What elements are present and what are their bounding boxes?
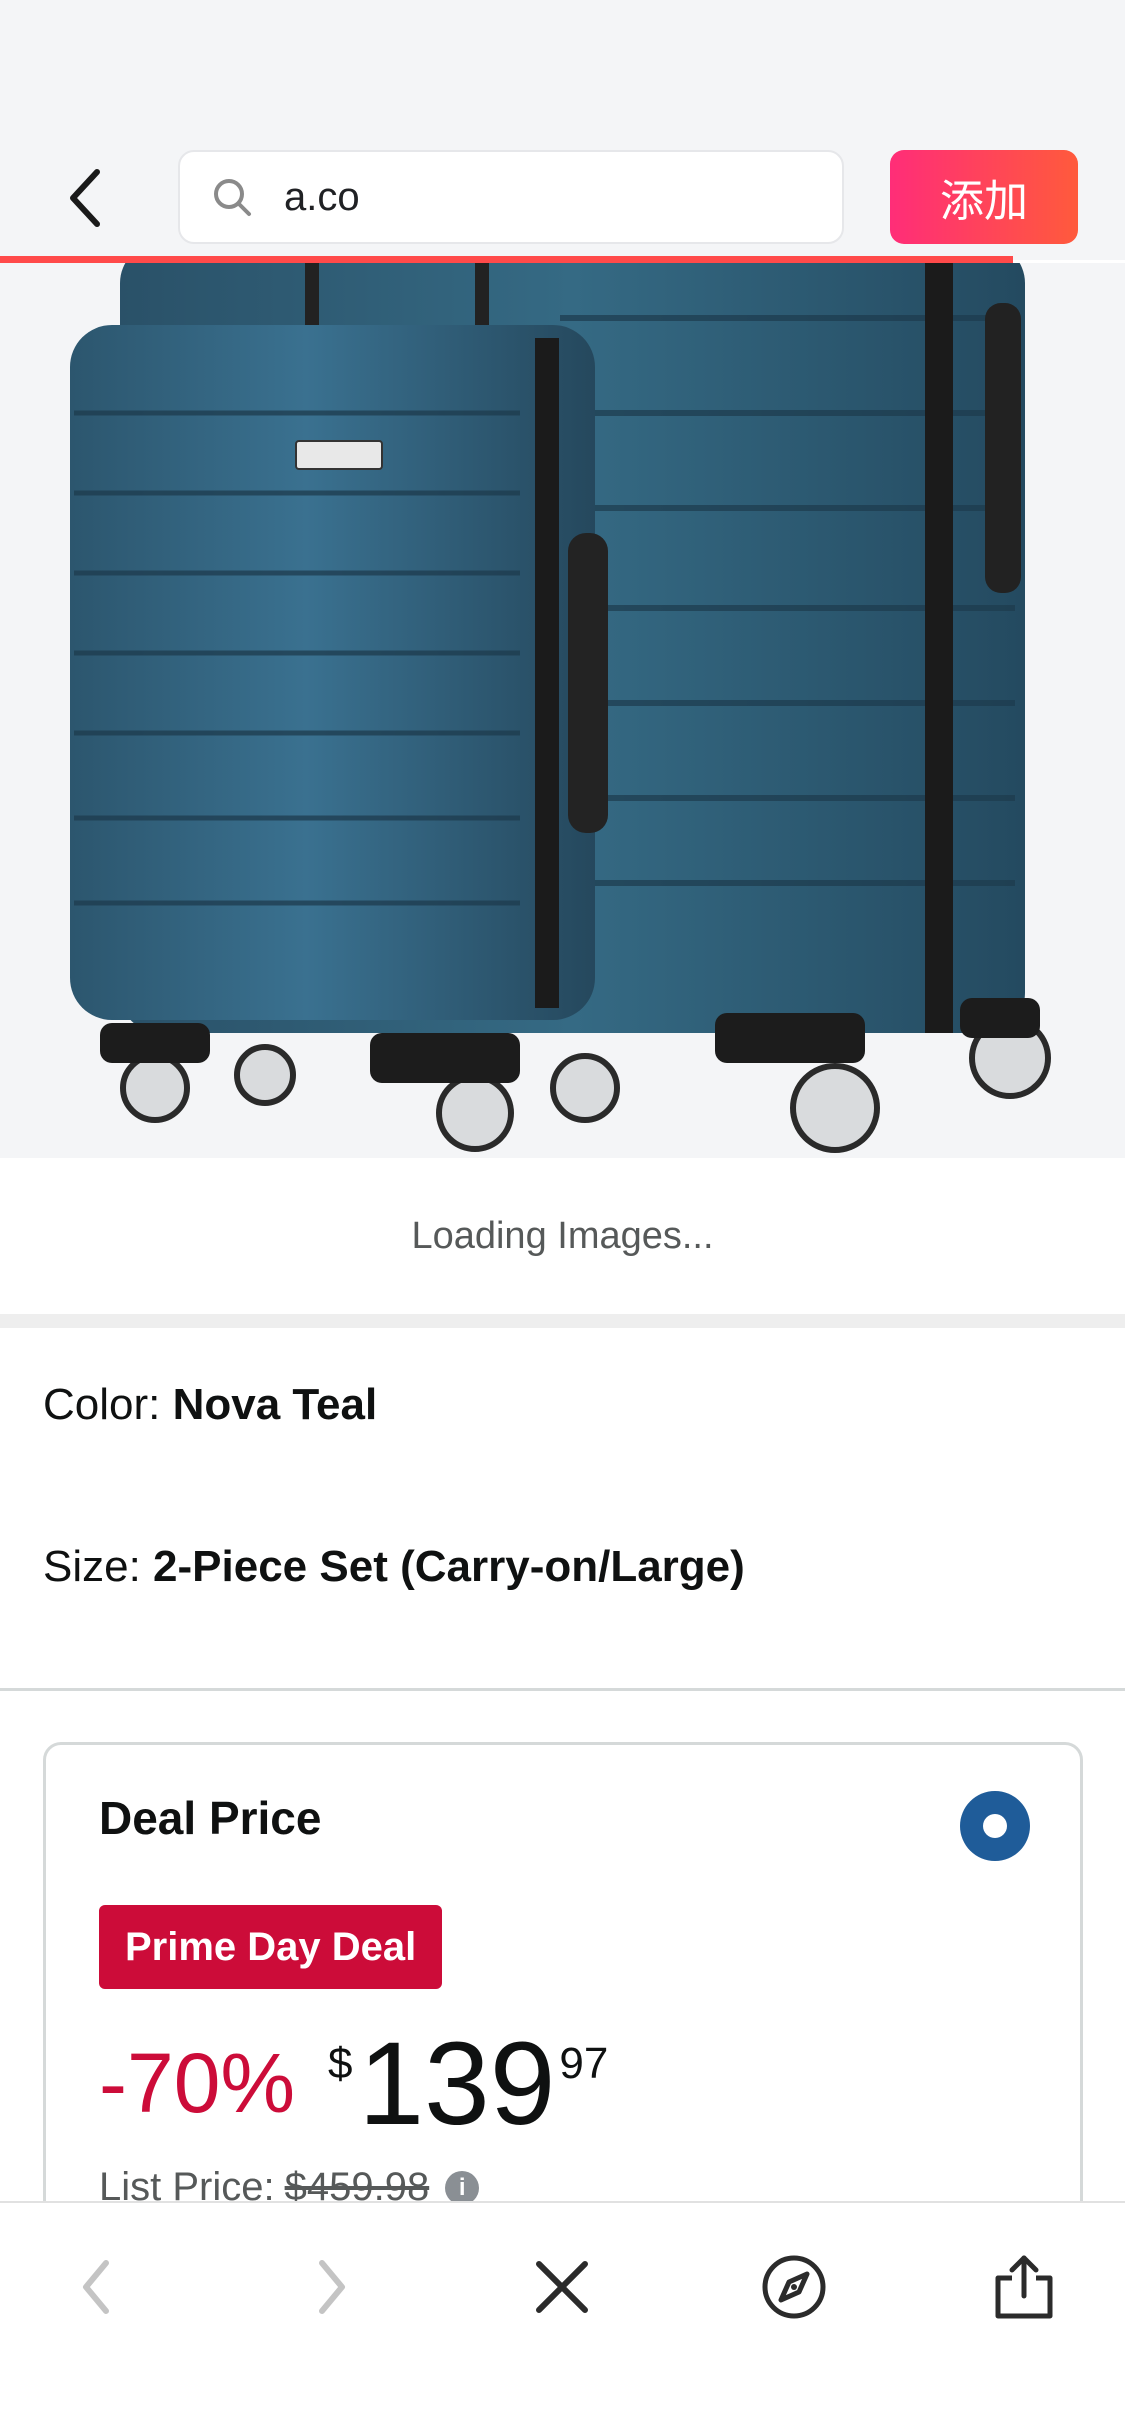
chevron-left-icon bbox=[83, 2260, 109, 2314]
url-field[interactable]: a.co bbox=[178, 150, 844, 244]
browser-toolbar: a.co 添加 bbox=[0, 138, 1125, 260]
deal-price: $ 139 97 bbox=[328, 2025, 608, 2143]
info-icon[interactable]: i bbox=[445, 2170, 480, 2205]
section-separator bbox=[0, 1314, 1125, 1328]
browser-bottom-bar bbox=[0, 2201, 1125, 2436]
compass-icon bbox=[762, 2255, 826, 2319]
close-button[interactable] bbox=[512, 2237, 612, 2337]
divider bbox=[0, 1688, 1125, 1691]
compass-button[interactable] bbox=[744, 2237, 844, 2337]
currency-symbol: $ bbox=[328, 2039, 353, 2088]
deal-title: Deal Price bbox=[99, 1792, 322, 1844]
color-value: Nova Teal bbox=[172, 1380, 378, 1429]
page-load-progress bbox=[0, 256, 1013, 263]
close-icon bbox=[536, 2261, 588, 2313]
add-button[interactable]: 添加 bbox=[890, 150, 1078, 244]
size-value: 2-Piece Set (Carry-on/Large) bbox=[153, 1542, 745, 1591]
color-label: Color: bbox=[43, 1380, 173, 1429]
prime-day-deal-badge: Prime Day Deal bbox=[99, 1905, 443, 1989]
nav-back-button[interactable] bbox=[46, 2237, 146, 2337]
chevron-right-icon bbox=[319, 2260, 345, 2314]
product-image[interactable] bbox=[0, 263, 1125, 1158]
share-icon bbox=[995, 2255, 1053, 2319]
search-icon bbox=[212, 177, 252, 217]
loading-images-text: Loading Images... bbox=[0, 1158, 1125, 1314]
price-fraction: 97 bbox=[559, 2039, 609, 2088]
discount-percent: -70% bbox=[99, 2036, 296, 2130]
radio-dot bbox=[983, 1814, 1007, 1838]
price-whole: 139 bbox=[358, 2018, 556, 2150]
status-bar-area bbox=[0, 0, 1125, 138]
back-button[interactable] bbox=[50, 163, 120, 233]
nav-forward-button[interactable] bbox=[282, 2237, 382, 2337]
color-selection[interactable]: Color: Nova Teal bbox=[43, 1380, 377, 1430]
share-button[interactable] bbox=[974, 2237, 1074, 2337]
size-label: Size: bbox=[43, 1542, 154, 1591]
size-selection[interactable]: Size: 2-Piece Set (Carry-on/Large) bbox=[43, 1542, 745, 1592]
chevron-left-icon bbox=[70, 169, 100, 227]
deal-radio-button[interactable] bbox=[960, 1791, 1030, 1861]
url-text: a.co bbox=[284, 174, 360, 219]
